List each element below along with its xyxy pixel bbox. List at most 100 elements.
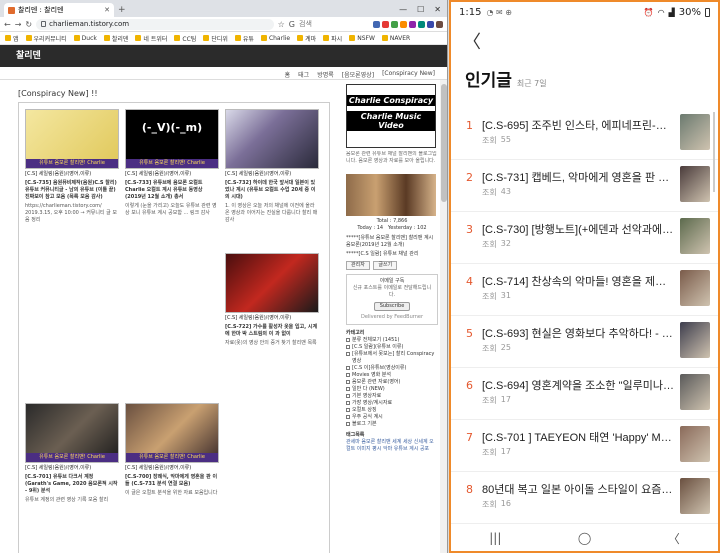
- extension-icon[interactable]: [427, 20, 434, 28]
- category-item[interactable]: [유튜브에서 못보는] 찰리 Conspiracy 영상: [346, 351, 438, 365]
- item-title[interactable]: [C.S-701 ] TAEYEON 태연 'Happy' MV 해...: [482, 429, 674, 445]
- post-thumbnail[interactable]: 유튜브 음모론 찰리맨! Charlie Conspiracy: [125, 403, 219, 463]
- popular-item[interactable]: 7 [C.S-701 ] TAEYEON 태연 'Happy' MV 해... 조회…: [451, 420, 718, 472]
- popular-item[interactable]: 3 [C.S-730] [방행노트](+에덴과 선악과에 대한... 조회 32: [451, 212, 718, 264]
- bookmark-item[interactable]: CC팀: [174, 34, 196, 43]
- channel-banner[interactable]: Charlie Conspiracy Charlie Music Video: [346, 84, 436, 148]
- item-thumbnail[interactable]: [680, 426, 710, 462]
- item-title[interactable]: [C.S-714] 찬상속의 악마들! 영혼을 제물로...: [482, 273, 674, 289]
- item-title[interactable]: [C.S-693] 현실은 영화보다 추악하다! - 블랙...: [482, 325, 674, 341]
- post-card[interactable]: 유튜브 음모론 찰리맨! Charlie Conspiracy [C.S] 세일링…: [25, 109, 119, 224]
- site-name[interactable]: 찰리덴: [16, 51, 41, 61]
- popular-item[interactable]: 8 80년대 복고 일본 아이돌 스타일이 요즘 문득... 조회 16: [451, 472, 718, 524]
- site-menu-item[interactable]: 홈: [285, 70, 291, 79]
- post-category[interactable]: [C.S] 세일링(음원)/(영어,이류): [225, 171, 319, 178]
- post-card[interactable]: 유튜브 음모론 찰리맨! Charlie Conspiracy [C.S] 세일링…: [25, 403, 119, 504]
- close-window-icon[interactable]: ✕: [434, 3, 441, 17]
- post-category[interactable]: [C.S] 세일링(음원)/(영어,이류): [125, 465, 219, 472]
- item-thumbnail[interactable]: [680, 374, 710, 410]
- sidebar-note[interactable]: *****[유튜브 음모론 찰리맨] 찰리맨 계시 음모론(2019년 12월 …: [346, 235, 438, 249]
- item-title[interactable]: [C.S-695] 조주빈 인스타, 에피네프린-아드...: [482, 117, 674, 133]
- tag-cloud[interactable]: 관세마 음모론 찰리맨 세계 세상 신세계 오컬트 이미지 평시 악마 유튜브 …: [346, 439, 438, 453]
- maximize-icon[interactable]: ☐: [417, 3, 424, 17]
- browser-tab[interactable]: 찰리덴 : 찰리덴 ✕: [4, 3, 114, 17]
- item-thumbnail[interactable]: [680, 218, 710, 254]
- write-button[interactable]: 글쓰기: [373, 261, 398, 270]
- post-category[interactable]: [C.S] 세일링(음원)/(영어,이류): [25, 465, 119, 472]
- back-arrow-icon[interactable]: 〈: [463, 28, 481, 54]
- extension-icon[interactable]: [373, 20, 380, 28]
- star-icon[interactable]: ☆: [278, 20, 285, 29]
- extension-icon[interactable]: [391, 20, 398, 28]
- bookmark-item[interactable]: 파시: [323, 34, 342, 43]
- popular-item[interactable]: 1 [C.S-695] 조주빈 인스타, 에피네프린-아드... 조회 55: [451, 108, 718, 160]
- manage-button[interactable]: 관리자: [346, 261, 370, 270]
- item-thumbnail[interactable]: [680, 166, 710, 202]
- category-item[interactable]: 분류 전체보기 (1451): [346, 337, 438, 344]
- bookmark-item[interactable]: 우리커뮤니티: [25, 34, 67, 43]
- bookmark-item[interactable]: 계마: [297, 34, 316, 43]
- bookmark-item[interactable]: Duck: [73, 35, 97, 42]
- category-item[interactable]: Movies 영화 분석: [346, 372, 438, 379]
- address-bar[interactable]: charlieman.tistory.com: [36, 18, 274, 30]
- post-card[interactable]: [C.S] 세일링(음원)/(영어,이류) [C.S-732] 하이데 한국 앞서…: [225, 109, 319, 224]
- category-item[interactable]: 일반 다 (NEW): [346, 386, 438, 393]
- sidebar-note[interactable]: *****[C.S 일람] 유튜브 채널 관리: [346, 251, 438, 258]
- bookmark-item[interactable]: NAVER: [381, 35, 410, 42]
- category-item[interactable]: 음모론 관련 자료(영어): [346, 379, 438, 386]
- minimize-icon[interactable]: —: [399, 3, 407, 17]
- extension-icon[interactable]: [418, 20, 425, 28]
- item-thumbnail[interactable]: [680, 114, 710, 150]
- category-item[interactable]: 가장 영상/계시자료: [346, 400, 438, 407]
- extension-icon[interactable]: [409, 20, 416, 28]
- bookmark-item[interactable]: 찰리덴: [103, 34, 128, 43]
- post-title[interactable]: [C.S-701] 유튜브 다크서 계정(Garath's Game, 2020…: [25, 474, 119, 495]
- post-title[interactable]: [C.S-722] 가수를 활성자 옷을 입고, 시계에 한마 박 스트림의 이…: [225, 324, 319, 338]
- subscribe-button[interactable]: Subscribe: [373, 302, 411, 311]
- search-field[interactable]: 검색: [299, 19, 369, 29]
- bookmark-item[interactable]: 유튜: [234, 34, 254, 43]
- extension-icon[interactable]: [400, 20, 407, 28]
- post-thumbnail[interactable]: [225, 109, 319, 169]
- reload-icon[interactable]: ↻: [25, 20, 32, 29]
- back-nav-icon[interactable]: 〈: [668, 530, 680, 547]
- post-card[interactable]: 유튜브 음모론 찰리맨! Charlie Conspiracy [C.S] 세일링…: [125, 403, 219, 497]
- post-category[interactable]: [C.S] 세일링(음원)/(영어,이류): [225, 315, 319, 322]
- category-item[interactable]: [C.S 이]유튜브(영상이류): [346, 365, 438, 372]
- category-item[interactable]: 우주 공식 계시: [346, 414, 438, 421]
- item-title[interactable]: [C.S-731] 캡베드, 악마에게 영혼을 판 이들...: [482, 169, 674, 185]
- category-item[interactable]: 기본 영상자료: [346, 393, 438, 400]
- category-item[interactable]: 블로그 기본: [346, 421, 438, 428]
- post-title[interactable]: [C.S-733] 유튜브에 음모론 오컬트 Charlie 오컬트 계시 유튜…: [125, 180, 219, 201]
- post-category[interactable]: [C.S] 세일링(음원)/(영어,이류): [25, 171, 119, 178]
- page-scrollbar[interactable]: [440, 80, 447, 553]
- bookmark-item[interactable]: 앱: [5, 34, 19, 43]
- item-title[interactable]: 80년대 복고 일본 아이돌 스타일이 요즘 문득...: [482, 481, 674, 497]
- new-tab-icon[interactable]: +: [118, 3, 126, 17]
- post-title[interactable]: [C.S-732] 하이데 한국 앞서대 일본이 있었나 계시 (유튜브 오컬트…: [225, 180, 319, 201]
- item-thumbnail[interactable]: [680, 478, 710, 514]
- item-thumbnail[interactable]: [680, 322, 710, 358]
- post-category[interactable]: [C.S] 세일링(음원)/(영어,이류): [125, 171, 219, 178]
- bookmark-item[interactable]: NSFW: [349, 35, 375, 42]
- site-menu-item[interactable]: 태그: [298, 70, 309, 79]
- category-item[interactable]: 오컬트 상징: [346, 407, 438, 414]
- post-thumbnail[interactable]: 유튜브 음모론 찰리맨! Charlie Conspiracy: [25, 109, 119, 169]
- post-thumbnail[interactable]: 유튜브 음모론 찰리맨! Charlie Conspiracy: [25, 403, 119, 463]
- item-title[interactable]: [C.S-694] 영혼계약을 조소한 "일루미나티"...: [482, 377, 674, 393]
- close-tab-icon[interactable]: ✕: [104, 6, 110, 14]
- site-menu-item[interactable]: 방명록: [317, 70, 334, 79]
- post-card[interactable]: (-_V)(-_m) 유튜브 음모론 찰리맨! Charlie Conspirac…: [125, 109, 219, 217]
- post-card[interactable]: [C.S] 세일링(음원)/(영어,이류) [C.S-722] 가수를 활성자 옷…: [225, 253, 319, 347]
- category-item[interactable]: [C.S 일람](유튜브 이류): [346, 344, 438, 351]
- forward-icon[interactable]: →: [15, 20, 22, 29]
- post-title[interactable]: [C.S-735] 음원뮤비제작(음원)C.S 찰리) 유튜브 커뮤니티글 - …: [25, 180, 119, 201]
- popular-item[interactable]: 6 [C.S-694] 영혼계약을 조소한 "일루미나티"... 조회 17: [451, 368, 718, 420]
- home-icon[interactable]: ◯: [578, 531, 591, 545]
- popular-item[interactable]: 5 [C.S-693] 현실은 영화보다 추악하다! - 블랙... 조회 25: [451, 316, 718, 368]
- bookmark-item[interactable]: 단디위: [203, 34, 228, 43]
- popular-item[interactable]: 2 [C.S-731] 캡베드, 악마에게 영혼을 판 이들... 조회 43: [451, 160, 718, 212]
- item-title[interactable]: [C.S-730] [방행노트](+에덴과 선악과에 대한...: [482, 221, 674, 237]
- bookmark-item[interactable]: Charlie: [260, 35, 290, 42]
- post-thumbnail[interactable]: [225, 253, 319, 313]
